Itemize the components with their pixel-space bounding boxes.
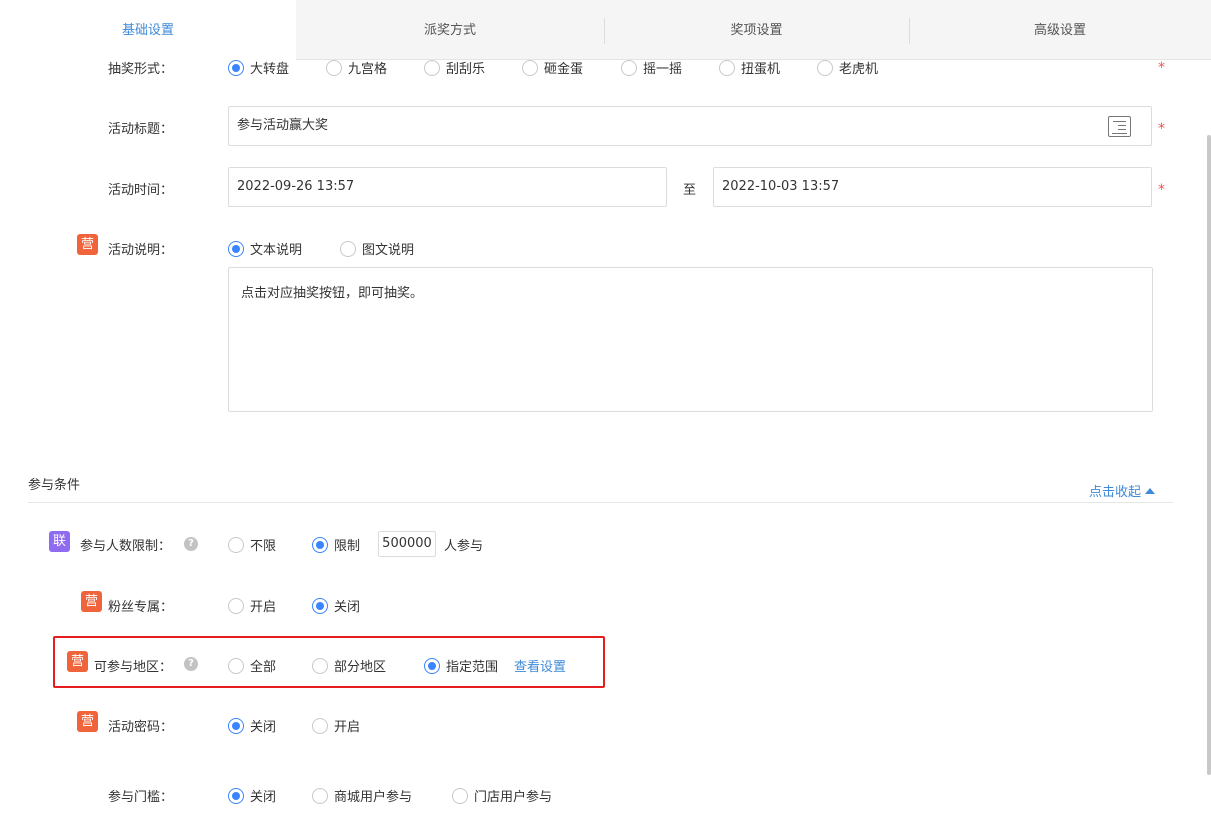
radio-unchecked-icon <box>817 59 833 76</box>
radio-unchecked-icon <box>621 59 637 76</box>
radio-unchecked-icon <box>522 59 538 76</box>
view-settings-link[interactable]: 查看设置 <box>514 656 566 675</box>
region-option-specified[interactable]: 指定范围 <box>424 656 498 675</box>
region-label: 可参与地区： <box>94 660 173 675</box>
password-label: 活动密码： <box>108 720 174 735</box>
collapse-button[interactable]: 点击收起 <box>1089 481 1156 500</box>
end-time-input[interactable]: 2022-10-03 13:57 <box>713 167 1152 207</box>
required-mark: * <box>1158 60 1165 76</box>
radio-checked-icon <box>228 59 244 76</box>
fans-option-off[interactable]: 关闭 <box>312 596 360 615</box>
radio-unchecked-icon <box>312 787 328 804</box>
description-label: 活动说明： <box>108 243 174 258</box>
description-textarea[interactable]: 点击对应抽奖按钮，即可抽奖。 <box>228 267 1153 412</box>
title-label: 活动标题： <box>108 122 174 137</box>
time-label: 活动时间： <box>108 183 174 198</box>
text-editor-icon[interactable] <box>1108 116 1131 137</box>
radio-unchecked-icon <box>312 657 328 674</box>
tab-prize-settings[interactable]: 奖项设置 <box>604 0 909 60</box>
tab-award-method[interactable]: 派奖方式 <box>296 0 604 60</box>
password-option-off[interactable]: 关闭 <box>228 716 276 735</box>
radio-unchecked-icon <box>719 59 735 76</box>
description-option-text[interactable]: 文本说明 <box>228 239 302 258</box>
radio-checked-icon <box>228 787 244 804</box>
draw-form-option-big-wheel[interactable]: 大转盘 <box>228 58 289 77</box>
radio-unchecked-icon <box>228 657 244 674</box>
region-option-all[interactable]: 全部 <box>228 656 276 675</box>
fans-only-label: 粉丝专属： <box>108 600 174 615</box>
radio-unchecked-icon <box>452 787 468 804</box>
draw-form-option-nine-grid[interactable]: 九宫格 <box>326 58 387 77</box>
marketing-badge: 营 <box>81 591 102 612</box>
radio-checked-icon <box>312 536 328 553</box>
region-option-partial[interactable]: 部分地区 <box>312 656 386 675</box>
radio-checked-icon <box>228 717 244 734</box>
threshold-option-store-users[interactable]: 门店用户参与 <box>452 786 552 805</box>
description-option-rich[interactable]: 图文说明 <box>340 239 414 258</box>
fans-option-on[interactable]: 开启 <box>228 596 276 615</box>
help-icon[interactable]: ? <box>184 537 198 551</box>
threshold-option-off[interactable]: 关闭 <box>228 786 276 805</box>
vertical-scrollbar[interactable] <box>1207 135 1211 775</box>
draw-form-option-slot-machine[interactable]: 老虎机 <box>817 58 878 77</box>
participant-limit-suffix: 人参与 <box>444 539 484 554</box>
section-divider <box>28 502 1173 503</box>
tab-basic-settings[interactable]: 基础设置 <box>0 0 296 61</box>
radio-unchecked-icon <box>424 59 440 76</box>
radio-checked-icon <box>424 657 440 674</box>
draw-form-option-shake[interactable]: 摇一摇 <box>621 58 682 77</box>
limit-option-unlimited[interactable]: 不限 <box>228 535 276 554</box>
required-mark: * <box>1158 182 1165 198</box>
tab-advanced-settings[interactable]: 高级设置 <box>909 0 1211 60</box>
marketing-badge: 营 <box>77 234 98 255</box>
draw-form-option-golden-egg[interactable]: 砸金蛋 <box>522 58 583 77</box>
conditions-section-title: 参与条件 <box>28 478 81 493</box>
draw-form-label: 抽奖形式： <box>108 62 174 77</box>
radio-unchecked-icon <box>326 59 342 76</box>
tab-bar: 基础设置 派奖方式 奖项设置 高级设置 <box>0 0 1211 61</box>
participant-limit-label: 参与人数限制： <box>80 539 172 554</box>
marketing-badge: 营 <box>67 651 88 672</box>
draw-form-option-scratch[interactable]: 刮刮乐 <box>424 58 485 77</box>
threshold-label: 参与门槛： <box>108 790 174 805</box>
help-icon[interactable]: ? <box>184 657 198 671</box>
radio-unchecked-icon <box>340 240 356 257</box>
radio-unchecked-icon <box>228 597 244 614</box>
time-separator: 至 <box>683 183 697 198</box>
limit-option-limited[interactable]: 限制 <box>312 535 360 554</box>
title-input[interactable]: 参与活动赢大奖 <box>228 106 1152 146</box>
caret-up-icon <box>1145 488 1156 494</box>
alliance-badge: 联 <box>49 531 70 552</box>
marketing-badge: 营 <box>77 711 98 732</box>
participant-limit-input[interactable]: 500000 <box>378 531 436 557</box>
start-time-input[interactable]: 2022-09-26 13:57 <box>228 167 667 207</box>
threshold-option-mall-users[interactable]: 商城用户参与 <box>312 786 412 805</box>
required-mark: * <box>1158 121 1165 137</box>
radio-unchecked-icon <box>312 717 328 734</box>
password-option-on[interactable]: 开启 <box>312 716 360 735</box>
radio-unchecked-icon <box>228 536 244 553</box>
radio-checked-icon <box>228 240 244 257</box>
radio-checked-icon <box>312 597 328 614</box>
draw-form-option-gashapon[interactable]: 扭蛋机 <box>719 58 780 77</box>
